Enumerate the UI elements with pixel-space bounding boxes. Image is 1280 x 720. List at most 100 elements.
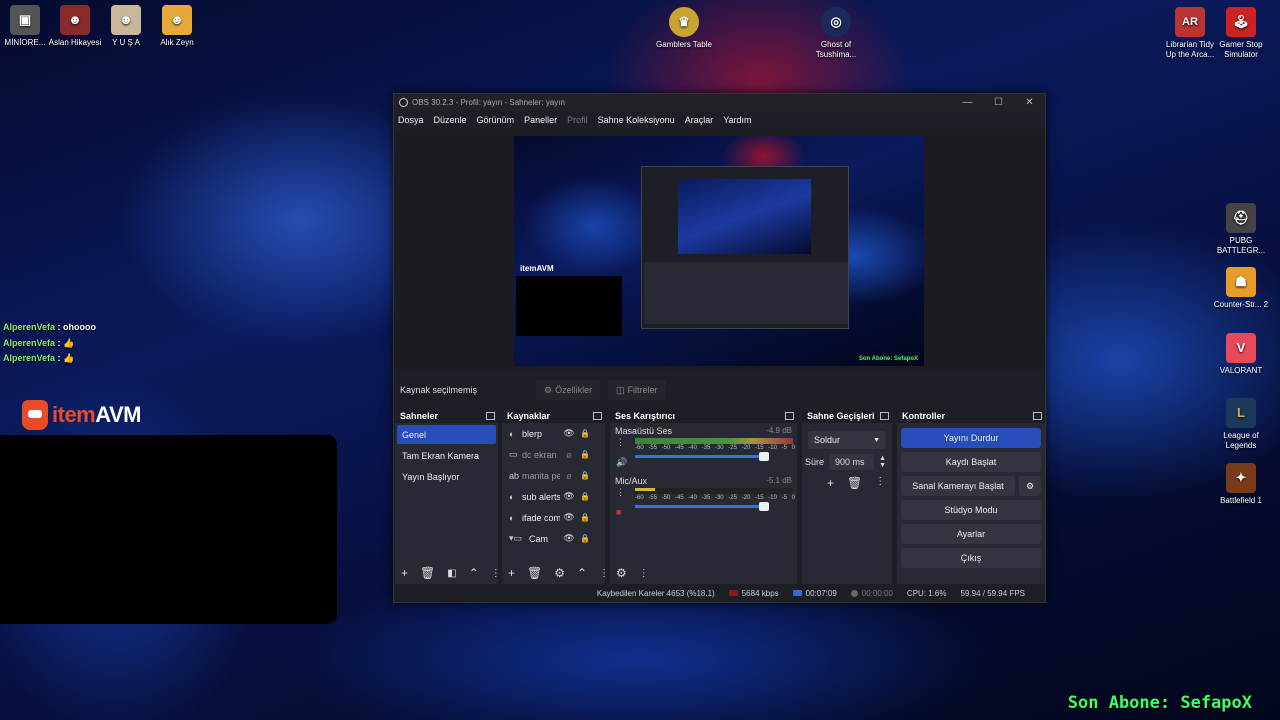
status-bar: Kaybedilen Kareler 4653 (%18.1) 5684 kbp… xyxy=(394,584,1045,602)
desktop-icon-gamblers-table[interactable]: ♛ Gamblers Table xyxy=(654,7,714,50)
menu-file[interactable]: Dosya xyxy=(398,115,424,125)
volume-slider[interactable] xyxy=(635,502,769,511)
filters-button[interactable]: ◫ Filtreler xyxy=(608,380,666,400)
lock-icon[interactable]: 🔒 xyxy=(578,492,592,501)
more-icon[interactable]: ⋮ xyxy=(616,437,625,448)
menu-profile[interactable]: Profil xyxy=(567,115,588,125)
volume-meter xyxy=(635,488,793,494)
scene-transitions-dock: Sahne Geçişleri Soldur ▼ Süre 900 ms ▲ ▼ … xyxy=(802,408,892,584)
window-title: OBS 30.2.3 - Profil: yayın - Sahneler: y… xyxy=(412,98,565,107)
trash-icon[interactable]: 🗑 xyxy=(527,566,542,580)
lock-icon[interactable]: 🔒 xyxy=(578,534,592,543)
transition-select[interactable]: Soldur ▼ xyxy=(808,431,886,449)
source-name: dc ekran xyxy=(522,449,557,460)
popout-icon[interactable] xyxy=(593,411,602,420)
app-icon: ☻ xyxy=(111,5,141,35)
menu-help[interactable]: Yardım xyxy=(723,115,751,125)
controls-title: Kontroller xyxy=(902,410,946,421)
stop-stream-button[interactable]: Yayını Durdur xyxy=(901,428,1041,448)
source-item[interactable]: ab manita pe ø 🔒 xyxy=(502,465,605,486)
filter-icon[interactable]: ◧ xyxy=(447,568,456,579)
more-icon[interactable]: ⋮ xyxy=(599,568,609,579)
speaker-icon[interactable]: 🔊 xyxy=(616,457,627,468)
eye-hidden-icon[interactable]: ø xyxy=(560,471,578,481)
source-item[interactable]: ◐ blerp 👁 🔒 xyxy=(502,423,605,444)
settings-button[interactable]: Ayarlar xyxy=(901,524,1041,544)
menu-edit[interactable]: Düzenle xyxy=(434,115,467,125)
source-item[interactable]: ◐ ifade com 👁 🔒 xyxy=(502,507,605,528)
add-icon[interactable]: + xyxy=(827,476,834,490)
desktop-icon-pubg[interactable]: ⛑ PUBG BATTLEGR... xyxy=(1211,203,1271,256)
more-icon[interactable]: ⋮ xyxy=(639,568,649,579)
eye-icon[interactable]: 👁 xyxy=(560,533,578,544)
webcam-placeholder xyxy=(0,435,337,624)
muted-speaker-icon[interactable]: ■ xyxy=(616,507,621,517)
network-icon xyxy=(728,590,738,596)
properties-button[interactable]: ⚙ Özellikler xyxy=(536,380,601,400)
chevron-down-icon: ▼ xyxy=(873,436,880,444)
menu-view[interactable]: Görünüm xyxy=(477,115,515,125)
audio-mixer-dock: Ses Karıştırıcı Masaüstü Ses -4.9 dB ⋮ -6… xyxy=(610,408,797,584)
lock-icon[interactable]: 🔒 xyxy=(578,513,592,522)
popout-icon[interactable] xyxy=(1033,411,1042,420)
desktop-icon-league-of-legends[interactable]: L League of Legends xyxy=(1211,398,1271,451)
spinner-icon[interactable]: ▲ ▼ xyxy=(879,455,886,469)
more-icon[interactable]: ⋮ xyxy=(491,568,501,579)
menu-scene-collection[interactable]: Sahne Koleksiyonu xyxy=(598,115,675,125)
add-icon[interactable]: + xyxy=(508,566,515,580)
gear-icon: ⚙ xyxy=(1025,480,1035,491)
more-icon[interactable]: ⋮ xyxy=(875,476,885,490)
app-icon: ◎ xyxy=(821,7,851,37)
eye-icon[interactable]: 👁 xyxy=(560,491,578,502)
browser-source-icon: ◐ xyxy=(509,491,515,502)
chevron-up-icon[interactable]: ⌃ xyxy=(577,566,587,580)
eye-icon[interactable]: 👁 xyxy=(560,512,578,523)
program-preview[interactable]: itemAVM Son Abone: SefapoX xyxy=(514,136,924,366)
lock-icon[interactable]: 🔒 xyxy=(578,450,592,459)
start-virtualcam-button[interactable]: Sanal Kamerayı Başlat xyxy=(901,476,1015,496)
minimize-icon[interactable]: — xyxy=(952,97,983,108)
subscriber-overlay: Son Abone: SefapoX xyxy=(1067,693,1252,713)
add-icon[interactable]: + xyxy=(401,566,408,580)
desktop-icon-label: VALORANT xyxy=(1219,366,1263,375)
chevron-up-icon[interactable]: ⌃ xyxy=(469,566,479,580)
volume-slider[interactable] xyxy=(635,452,769,461)
preview-webcam-box xyxy=(516,276,622,336)
desktop-icon-ghost-of-tsushima[interactable]: ◎ Ghost of Tsushima... xyxy=(806,7,866,60)
trash-icon[interactable]: 🗑 xyxy=(420,566,435,580)
popout-icon[interactable] xyxy=(785,411,794,420)
gear-icon[interactable]: ⚙ xyxy=(616,566,627,580)
start-recording-button[interactable]: Kaydı Başlat xyxy=(901,452,1041,472)
desktop-icon-counter-strike[interactable]: ☗ Counter-Str... 2 xyxy=(1211,267,1271,310)
source-item[interactable]: ▾▭ Cam 👁 🔒 xyxy=(502,528,605,549)
virtualcam-settings-button[interactable]: ⚙ xyxy=(1019,476,1041,496)
popout-icon[interactable] xyxy=(486,411,495,420)
exit-button[interactable]: Çıkış xyxy=(901,548,1041,568)
close-icon[interactable]: ✕ xyxy=(1014,97,1045,108)
studio-mode-button[interactable]: Stüdyo Modu xyxy=(901,500,1041,520)
source-item[interactable]: ▭ dc ekran ø 🔒 xyxy=(502,444,605,465)
trash-icon[interactable]: 🗑 xyxy=(847,476,862,490)
maximize-icon[interactable]: ☐ xyxy=(983,97,1014,108)
lock-icon[interactable]: 🔒 xyxy=(578,471,592,480)
desktop-icon-battlefield[interactable]: ✦ Battlefield 1 xyxy=(1211,463,1271,506)
eye-icon[interactable]: 👁 xyxy=(560,428,578,439)
desktop-icon-valorant[interactable]: V VALORANT xyxy=(1211,333,1271,376)
eye-hidden-icon[interactable]: ø xyxy=(560,450,578,460)
popout-icon[interactable] xyxy=(880,411,889,420)
scene-item-tam-ekran-kamera[interactable]: Tam Ekran Kamera xyxy=(397,446,496,465)
desktop-icon-alik-zeyn[interactable]: ☻ Alık Zeyn xyxy=(147,5,207,48)
scene-item-genel[interactable]: Genel xyxy=(397,425,496,444)
more-icon[interactable]: ⋮ xyxy=(616,487,625,498)
source-item[interactable]: ◐ sub alerts 👁 🔒 xyxy=(502,486,605,507)
desktop-icon-gamer-stop[interactable]: 🕹 Gamer Stop Simulator xyxy=(1211,7,1271,60)
scene-item-yayin-basliyor[interactable]: Yayın Başlıyor xyxy=(397,467,496,486)
lock-icon[interactable]: 🔒 xyxy=(578,429,592,438)
chat-message: : ohoooo xyxy=(55,322,97,332)
obs-window: OBS 30.2.3 - Profil: yayın - Sahneler: y… xyxy=(393,93,1046,603)
menu-docks[interactable]: Paneller xyxy=(524,115,557,125)
gear-icon[interactable]: ⚙ xyxy=(554,566,565,580)
menu-tools[interactable]: Araçlar xyxy=(685,115,714,125)
duration-input[interactable]: 900 ms xyxy=(829,454,875,470)
chat-line: AlperenVefa : 👍 xyxy=(3,353,74,364)
